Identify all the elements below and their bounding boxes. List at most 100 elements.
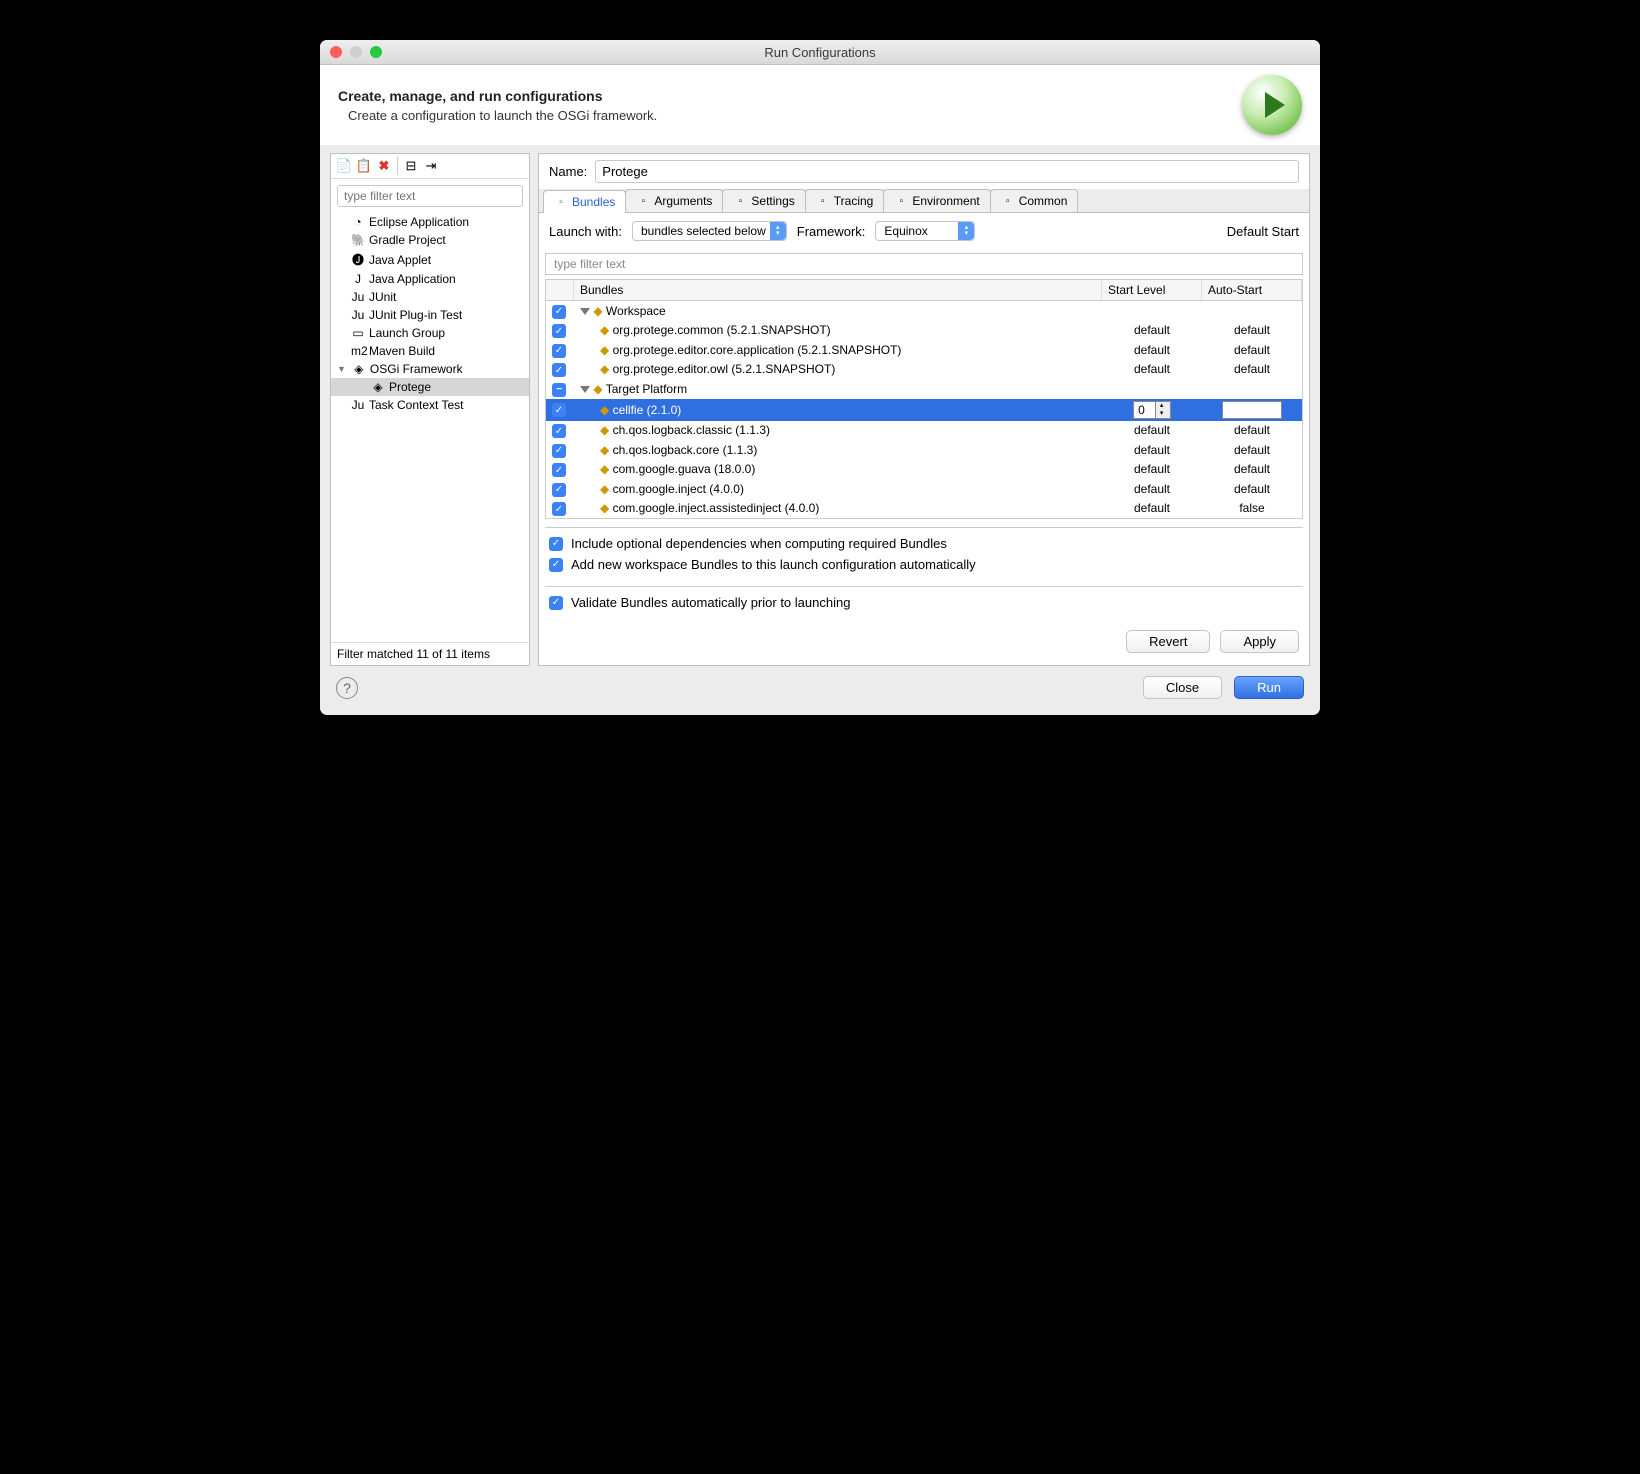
- start-level: default: [1102, 341, 1202, 359]
- sidebar-item[interactable]: JuTask Context Test: [331, 396, 529, 414]
- duplicate-config-icon[interactable]: 📋: [355, 157, 373, 175]
- table-row[interactable]: ◆ org.protege.common (5.2.1.SNAPSHOT)def…: [546, 321, 1302, 341]
- tab-tracing[interactable]: ▫Tracing: [805, 189, 885, 212]
- row-checkbox[interactable]: [552, 463, 566, 477]
- row-checkbox[interactable]: [552, 383, 566, 397]
- sidebar-item[interactable]: ▭ Launch Group: [331, 324, 529, 342]
- launch-with-label: Launch with:: [549, 224, 622, 239]
- tab-icon: ▫: [636, 194, 650, 208]
- tab-bundles[interactable]: ▫Bundles: [543, 190, 626, 213]
- bundles-table: Bundles Start Level Auto-Start ◆ Workspa…: [545, 279, 1303, 519]
- close-button[interactable]: Close: [1143, 676, 1222, 699]
- bundle-icon: ◆: [600, 323, 609, 337]
- bundle-filter-input[interactable]: type filter text: [545, 253, 1303, 275]
- collapse-all-icon[interactable]: ⊟: [402, 157, 420, 175]
- table-row[interactable]: ◆ Workspace: [546, 301, 1302, 321]
- sidebar-item[interactable]: 🐘Gradle Project: [331, 231, 529, 249]
- tab-label: Bundles: [572, 195, 615, 209]
- row-checkbox[interactable]: [552, 424, 566, 438]
- config-type-icon: 🅙: [351, 251, 365, 268]
- row-checkbox[interactable]: [552, 344, 566, 358]
- header-subtitle: Create a configuration to launch the OSG…: [338, 108, 657, 123]
- auto-start-select[interactable]: default▼: [1222, 401, 1282, 419]
- bundle-icon: ◆: [600, 423, 609, 437]
- opt-optional-deps[interactable]: Include optional dependencies when compu…: [549, 536, 1299, 551]
- sidebar-filter-input[interactable]: [337, 185, 523, 207]
- tab-common[interactable]: ▫Common: [990, 189, 1079, 212]
- sidebar-item-label: Launch Group: [369, 326, 445, 340]
- sidebar-item[interactable]: m2 Maven Build: [331, 342, 529, 360]
- config-tree[interactable]: ◔Eclipse Application🐘Gradle Project🅙Java…: [331, 213, 529, 642]
- table-row[interactable]: ◆ cellfie (2.1.0)0▴▾default▼: [546, 399, 1302, 421]
- bundle-icon: ◆: [593, 382, 602, 396]
- apply-button[interactable]: Apply: [1220, 630, 1299, 653]
- row-checkbox[interactable]: [552, 502, 566, 516]
- window-title: Run Configurations: [320, 45, 1320, 60]
- run-icon: [1242, 75, 1302, 135]
- footer: ? Close Run: [320, 666, 1320, 715]
- tab-arguments[interactable]: ▫ Arguments: [625, 189, 723, 212]
- auto-start: default: [1202, 460, 1302, 478]
- row-checkbox[interactable]: [552, 305, 566, 319]
- revert-button[interactable]: Revert: [1126, 630, 1210, 653]
- name-label: Name:: [549, 164, 587, 179]
- delete-config-icon[interactable]: ✖: [375, 157, 393, 175]
- row-checkbox[interactable]: [552, 483, 566, 497]
- help-icon[interactable]: ?: [336, 677, 358, 699]
- table-row[interactable]: ◆ org.protege.editor.owl (5.2.1.SNAPSHOT…: [546, 360, 1302, 380]
- tab-label: Arguments: [654, 194, 712, 208]
- sidebar-item-label: JUnit Plug-in Test: [369, 308, 462, 322]
- sidebar-item[interactable]: ◈Protege: [331, 378, 529, 396]
- row-checkbox[interactable]: [552, 363, 566, 377]
- table-row[interactable]: ◆ com.google.inject.assistedinject (4.0.…: [546, 499, 1302, 519]
- header: Create, manage, and run configurations C…: [320, 65, 1320, 145]
- table-row[interactable]: ◆ com.google.guava (18.0.0)defaultdefaul…: [546, 460, 1302, 480]
- sidebar-item-label: Maven Build: [369, 344, 435, 358]
- sidebar-item[interactable]: 🅙Java Applet: [331, 249, 529, 270]
- sidebar-item[interactable]: ◈OSGi Framework: [331, 360, 529, 378]
- start-level: default: [1102, 321, 1202, 339]
- col-auto-start: Auto-Start: [1202, 280, 1302, 300]
- table-row[interactable]: ◆ ch.qos.logback.classic (1.1.3)defaultd…: [546, 421, 1302, 441]
- tab-icon: ▫: [1001, 194, 1015, 208]
- table-row[interactable]: ◆ com.google.inject (4.0.0)defaultdefaul…: [546, 479, 1302, 499]
- sidebar-item[interactable]: JuJUnit: [331, 288, 529, 306]
- opt-add-workspace[interactable]: Add new workspace Bundles to this launch…: [549, 557, 1299, 572]
- main-panel: Name: ▫Bundles▫Arguments▫Settings▫Tracin…: [538, 153, 1310, 666]
- table-row[interactable]: ◆ org.protege.editor.core.application (5…: [546, 340, 1302, 360]
- col-check: [546, 280, 574, 300]
- bundle-name: com.google.inject.assistedinject (4.0.0): [613, 501, 820, 515]
- tab-environment[interactable]: ▫ Environment: [883, 189, 990, 212]
- row-checkbox[interactable]: [552, 403, 566, 417]
- framework-select[interactable]: Equinox: [875, 221, 975, 241]
- bundle-name: Target Platform: [606, 382, 687, 396]
- new-config-icon[interactable]: 📄: [335, 157, 353, 175]
- disclosure-icon[interactable]: [580, 386, 590, 393]
- titlebar[interactable]: Run Configurations: [320, 40, 1320, 65]
- tab-icon: ▫: [894, 194, 908, 208]
- start-level: default: [1102, 421, 1202, 439]
- run-button[interactable]: Run: [1234, 676, 1304, 699]
- launch-with-select[interactable]: bundles selected below: [632, 221, 787, 241]
- config-type-icon: m2: [351, 344, 365, 358]
- sidebar-item[interactable]: JJava Application: [331, 270, 529, 288]
- name-input[interactable]: [595, 160, 1299, 183]
- sidebar-item-label: Task Context Test: [369, 398, 464, 412]
- disclosure-icon[interactable]: [580, 308, 590, 315]
- row-checkbox[interactable]: [552, 324, 566, 338]
- table-row[interactable]: ◆ Target Platform: [546, 379, 1302, 399]
- sidebar: 📄 📋 ✖ ⊟ ⇥ ◔Eclipse Application🐘Gradle Pr…: [330, 153, 530, 666]
- filter-icon[interactable]: ⇥: [422, 157, 440, 175]
- table-row[interactable]: ◆ ch.qos.logback.core (1.1.3)defaultdefa…: [546, 440, 1302, 460]
- opt-validate[interactable]: Validate Bundles automatically prior to …: [549, 595, 1299, 610]
- row-checkbox[interactable]: [552, 444, 566, 458]
- tab-label: Environment: [912, 194, 979, 208]
- tab-settings[interactable]: ▫Settings: [722, 189, 805, 212]
- start-level-input[interactable]: 0▴▾: [1133, 401, 1171, 419]
- auto-start: default: [1202, 360, 1302, 378]
- bundle-name: Workspace: [606, 304, 666, 318]
- bundle-name: ch.qos.logback.core (1.1.3): [613, 443, 758, 457]
- sidebar-item[interactable]: JuJUnit Plug-in Test: [331, 306, 529, 324]
- config-type-icon: ▭: [351, 326, 365, 340]
- sidebar-item[interactable]: ◔Eclipse Application: [331, 213, 529, 231]
